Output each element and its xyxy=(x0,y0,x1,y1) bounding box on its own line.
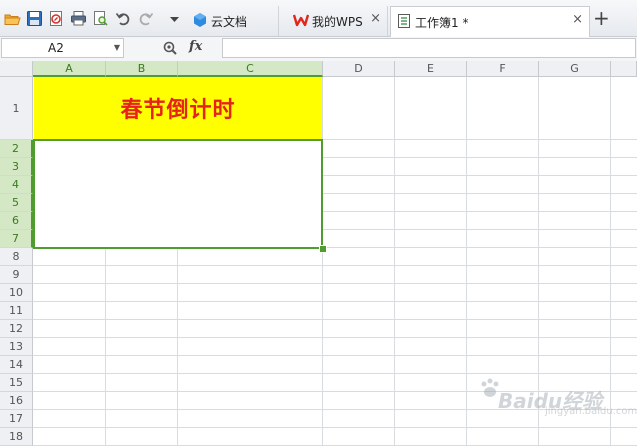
tab-cloud-docs[interactable]: 云文档 xyxy=(187,6,279,36)
row-header-1[interactable]: 1 xyxy=(0,77,33,140)
row-header-13[interactable]: 13 xyxy=(0,338,33,356)
new-tab-button[interactable]: + xyxy=(593,8,610,28)
watermark-subtext: jingyan.baidu.com xyxy=(545,406,637,417)
tab-label: 我的WPS xyxy=(312,15,363,29)
zoom-icon[interactable] xyxy=(162,40,178,56)
function-icon[interactable]: fx xyxy=(189,39,202,54)
row-header-17[interactable]: 17 xyxy=(0,410,33,428)
close-icon[interactable]: × xyxy=(572,12,583,27)
column-header-g[interactable]: G xyxy=(539,61,611,77)
tab-label: 云文档 xyxy=(211,15,248,29)
row-header-18[interactable]: 18 xyxy=(0,428,33,446)
column-header-f[interactable]: F xyxy=(467,61,539,77)
row-header-5[interactable]: 5 xyxy=(0,194,33,212)
tab-my-wps[interactable]: 我的WPS × xyxy=(288,6,388,36)
tab-label: 工作簿1 * xyxy=(415,16,469,30)
more-dropdown-icon[interactable] xyxy=(166,10,183,27)
selection-border xyxy=(33,139,323,249)
select-all-corner[interactable] xyxy=(0,61,33,77)
row-header-9[interactable]: 9 xyxy=(0,266,33,284)
chevron-down-icon[interactable]: ▼ xyxy=(114,43,120,52)
undo-icon[interactable] xyxy=(115,10,132,27)
row-header-10[interactable]: 10 xyxy=(0,284,33,302)
redo-icon[interactable] xyxy=(137,10,154,27)
column-header-d[interactable]: D xyxy=(323,61,395,77)
gridline xyxy=(33,265,637,266)
row-header-3[interactable]: 3 xyxy=(0,158,33,176)
row-header-11[interactable]: 11 xyxy=(0,302,33,320)
column-header-h[interactable] xyxy=(611,61,637,77)
row-header-15[interactable]: 15 xyxy=(0,374,33,392)
row-header-7[interactable]: 7 xyxy=(0,230,33,248)
row-header-4[interactable]: 4 xyxy=(0,176,33,194)
tab-workbook-1[interactable]: 工作簿1 * × xyxy=(390,6,590,37)
close-icon[interactable]: × xyxy=(370,11,381,26)
row-header-2[interactable]: 2 xyxy=(0,140,33,158)
row-header-14[interactable]: 14 xyxy=(0,356,33,374)
gridline xyxy=(33,427,637,428)
row-header-12[interactable]: 12 xyxy=(0,320,33,338)
gridline xyxy=(33,337,637,338)
cell-text: 春节倒计时 xyxy=(120,97,236,123)
column-header-a[interactable]: A xyxy=(33,61,106,77)
row-header-6[interactable]: 6 xyxy=(0,212,33,230)
export-pdf-icon[interactable] xyxy=(48,10,65,27)
row-header-16[interactable]: 16 xyxy=(0,392,33,410)
fill-handle[interactable] xyxy=(319,245,327,253)
gridline xyxy=(33,319,637,320)
row-header-8[interactable]: 8 xyxy=(0,248,33,266)
wps-logo-icon xyxy=(293,14,309,27)
gridline xyxy=(33,283,637,284)
column-header-e[interactable]: E xyxy=(395,61,467,77)
watermark: Baidu经验 jingyan.baidu.com xyxy=(478,373,637,421)
open-icon[interactable] xyxy=(4,10,21,27)
gridline xyxy=(33,355,637,356)
cloud-docs-icon xyxy=(194,13,206,27)
save-icon[interactable] xyxy=(26,10,43,27)
formula-input[interactable] xyxy=(222,38,636,58)
formula-bar: A2 ▼ fx xyxy=(0,37,637,62)
name-box[interactable]: A2 ▼ xyxy=(1,38,124,58)
gridline xyxy=(33,301,637,302)
column-header-c[interactable]: C xyxy=(178,61,323,77)
title-bar: 云文档 我的WPS × 工作簿1 * × + xyxy=(0,0,637,37)
cell-reference: A2 xyxy=(48,41,64,55)
print-preview-icon[interactable] xyxy=(92,10,109,27)
merged-title-cell[interactable]: 春节倒计时 xyxy=(34,77,322,139)
column-header-b[interactable]: B xyxy=(106,61,178,77)
workbook-icon xyxy=(398,14,410,28)
print-icon[interactable] xyxy=(70,10,87,27)
